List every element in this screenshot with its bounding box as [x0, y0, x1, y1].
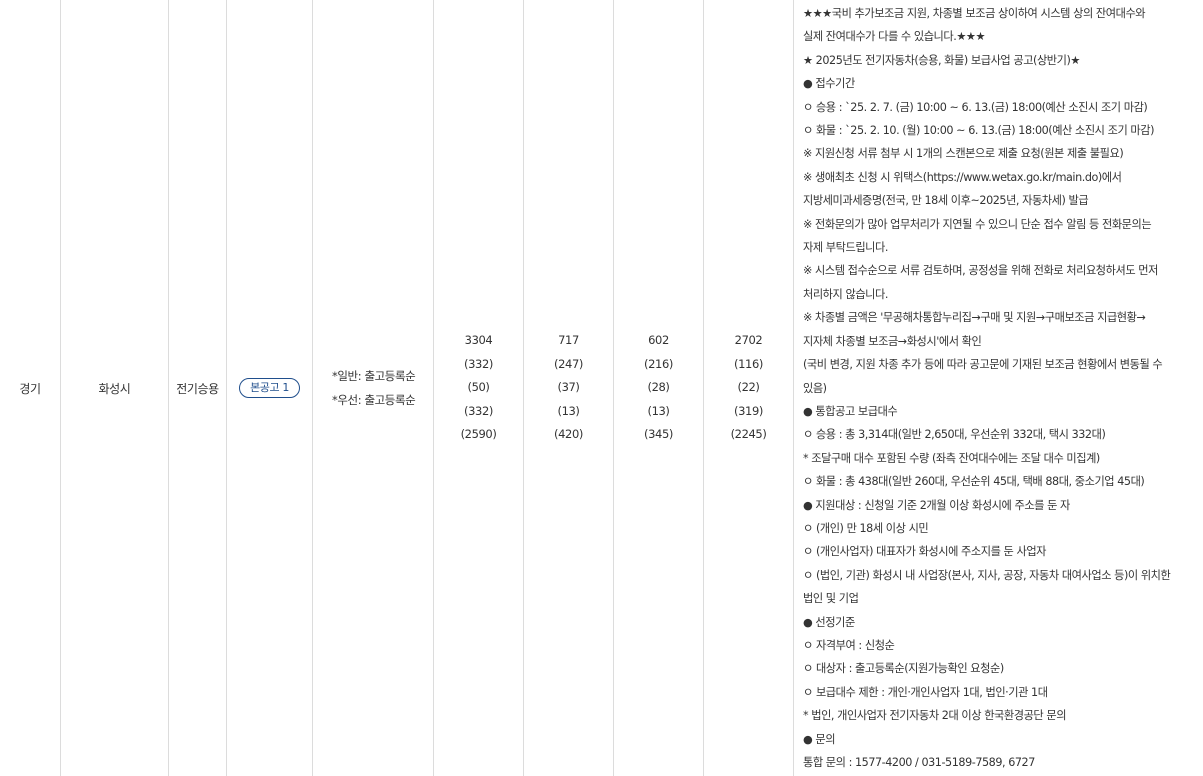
count-value: (332): [464, 356, 493, 371]
column-divider: [793, 0, 794, 776]
note-line: 지자체 차종별 보조금→화성시'에서 확인: [803, 334, 982, 348]
note-line: ※ 생애최초 신청 시 위택스(https://www.wetax.go.kr/…: [803, 170, 1122, 184]
note-line: ㅇ 대상자 : 출고등록순(지원가능확인 요청순): [803, 662, 1004, 676]
note-line: ㅇ (개인사업자) 대표자가 화성시에 주소지를 둔 사업자: [803, 545, 1047, 559]
note-line: 지방세미과세증명(전국, 만 18세 이후~2025년, 자동차세) 발급: [803, 194, 1089, 208]
note-line: 있음): [803, 381, 827, 395]
count-stack: 3304 (332) (50) (332) (2590): [461, 329, 497, 447]
note-line: ㅇ 화물 : 총 438대(일반 260대, 우선순위 45대, 택배 88대,…: [803, 475, 1145, 489]
count-value: 602: [648, 333, 669, 348]
count-stack: 602 (216) (28) (13) (345): [644, 329, 673, 447]
count-value: (37): [557, 380, 580, 395]
notice-cell: 본공고 1: [227, 0, 312, 776]
note-line: 법인 및 기업: [803, 592, 859, 606]
notes-cell: ★★★국비 추가보조금 지원, 차종별 보조금 상이하여 시스템 상의 잔여대수…: [803, 2, 1201, 776]
note-line: ※ 지원신청 서류 첨부 시 1개의 스캔본으로 제출 요청(원본 제출 불필요…: [803, 147, 1124, 161]
region-text: 경기: [19, 381, 41, 396]
count-value: (216): [644, 356, 673, 371]
count-value: (2590): [460, 427, 497, 442]
selection-method-list: *일반: 출고등록순 *우선: 출고등록순: [313, 364, 416, 412]
count-value: (13): [647, 403, 670, 418]
note-line: ㅇ 승용 : `25. 2. 7. (금) 10:00 ~ 6. 13.(금) …: [803, 100, 1148, 114]
count-value: (28): [647, 380, 670, 395]
note-line: ㅇ 화물 : `25. 2. 10. (월) 10:00 ~ 6. 13.(금)…: [803, 124, 1155, 138]
count-value: (2245): [730, 427, 767, 442]
count-value: (332): [464, 403, 493, 418]
note-line: 실제 잔여대수가 다를 수 있습니다.★★★: [803, 30, 986, 44]
count-value: (116): [734, 356, 763, 371]
note-line: ● 통합공고 보급대수: [803, 404, 898, 418]
note-line: ★★★국비 추가보조금 지원, 차종별 보조금 상이하여 시스템 상의 잔여대수…: [803, 7, 1146, 20]
count-value: 2702: [734, 333, 763, 348]
vehicle-type-text: 전기승용: [176, 381, 219, 396]
note-line: ★ 2025년도 전기자동차(승용, 화물) 보급사업 공고(상반기)★: [803, 53, 1080, 67]
note-line: ● 선정기준: [803, 615, 855, 629]
count-value: (50): [467, 380, 490, 395]
note-line: ● 문의: [803, 732, 836, 746]
count-column-3: 602 (216) (28) (13) (345): [614, 0, 703, 776]
vehicle-type-cell: 전기승용: [169, 0, 226, 776]
count-value: (13): [557, 403, 580, 418]
count-column-4: 2702 (116) (22) (319) (2245): [704, 0, 793, 776]
table-row: 경기 화성시 전기승용 본공고 1 *일반: 출고등록순 *우선: 출고등록순 …: [0, 0, 1203, 776]
count-value: 717: [558, 333, 579, 348]
city-text: 화성시: [98, 381, 131, 396]
note-line: ※ 전화문의가 많아 업무처리가 지연될 수 있으니 단순 접수 알림 등 전화…: [803, 217, 1152, 231]
note-line: ㅇ 자격부여 : 신청순: [803, 638, 895, 652]
count-stack: 717 (247) (37) (13) (420): [554, 329, 583, 447]
note-line: ㅇ (법인, 기관) 화성시 내 사업장(본사, 지사, 공장, 자동차 대여사…: [803, 568, 1171, 582]
count-column-2: 717 (247) (37) (13) (420): [524, 0, 613, 776]
count-value: (247): [554, 356, 583, 371]
note-line: * 법인, 개인사업자 전기자동차 2대 이상 한국환경공단 문의: [803, 709, 1067, 723]
count-value: (22): [737, 380, 760, 395]
city-cell: 화성시: [61, 0, 168, 776]
note-line: (국비 변경, 지원 차종 추가 등에 따라 공고문에 기재된 보조금 현황에서…: [803, 358, 1163, 372]
note-line: ㅇ 승용 : 총 3,314대(일반 2,650대, 우선순위 332대, 택시…: [803, 428, 1106, 442]
note-line: ● 접수기간: [803, 77, 855, 91]
region-cell: 경기: [0, 0, 60, 776]
count-column-1: 3304 (332) (50) (332) (2590): [434, 0, 523, 776]
note-line: 처리하지 않습니다.: [803, 287, 888, 301]
selection-method-cell: *일반: 출고등록순 *우선: 출고등록순: [313, 0, 433, 776]
count-value: (345): [644, 427, 673, 442]
note-line: ㅇ 보급대수 제한 : 개인·개인사업자 1대, 법인·기관 1대: [803, 685, 1048, 699]
count-value: (319): [734, 403, 763, 418]
method-priority: *우선: 출고등록순: [332, 393, 416, 407]
note-line: * 조달구매 대수 포함된 수량 (좌측 잔여대수에는 조달 대수 미집계): [803, 451, 1100, 465]
note-line: 통합 문의 : 1577-4200 / 031-5189-7589, 6727: [803, 756, 1035, 769]
note-line: ※ 차종별 금액은 '무공해차통합누리집→구매 및 지원→구매보조금 지급현황→: [803, 311, 1146, 325]
note-line: ㅇ (개인) 만 18세 이상 시민: [803, 521, 929, 535]
notice-button[interactable]: 본공고 1: [239, 378, 300, 398]
note-line: ● 지원대상 : 신청일 기준 2개월 이상 화성시에 주소를 둔 자: [803, 498, 1070, 512]
count-value: (420): [554, 427, 583, 442]
note-line: ※ 시스템 접수순으로 서류 검토하며, 공정성을 위해 전화로 처리요청하셔도…: [803, 264, 1158, 278]
count-stack: 2702 (116) (22) (319) (2245): [731, 329, 767, 447]
count-value: 3304: [464, 333, 493, 348]
method-general: *일반: 출고등록순: [332, 369, 416, 383]
note-line: 자제 부탁드립니다.: [803, 241, 888, 255]
